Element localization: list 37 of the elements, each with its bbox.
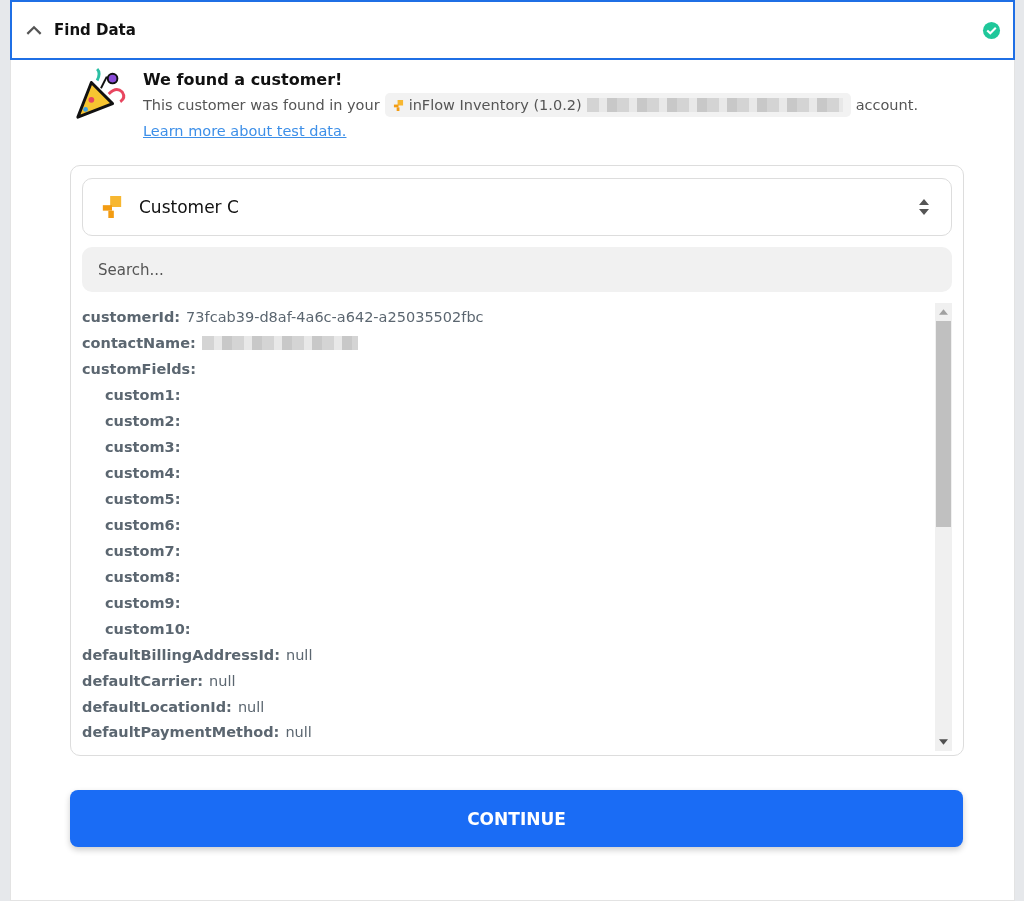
field-key: defaultPaymentMethod: xyxy=(82,724,280,740)
result-message: account. xyxy=(855,97,919,113)
field-key: defaultCarrier: xyxy=(82,673,203,689)
field-key: custom7: xyxy=(105,543,181,559)
field-key: custom1: xyxy=(105,387,181,403)
field-key: customerId: xyxy=(82,309,181,325)
result-message: This customer was found in your xyxy=(143,97,380,113)
field-key: contactName: xyxy=(82,335,196,351)
app-name: inFlow Inventory (1.0.2) xyxy=(408,97,582,113)
field-value: null xyxy=(209,673,236,689)
result-title: We found a customer! xyxy=(143,70,344,89)
field-value: 73fcab39-d8af-4a6c-a642-a25035502fbc xyxy=(186,309,484,325)
field-value: null xyxy=(285,724,312,740)
app-logo-icon xyxy=(101,196,123,218)
scrollbar[interactable] xyxy=(935,303,952,751)
field-key: custom5: xyxy=(105,491,181,507)
field-value: null xyxy=(285,647,313,663)
field-key: defaultLocationId: xyxy=(82,699,232,715)
field-key: custom4: xyxy=(105,465,181,481)
field-key: defaultBillingAddressId: xyxy=(82,647,280,663)
field-key: custom2: xyxy=(105,413,181,429)
search-field[interactable]: Search... xyxy=(82,247,952,292)
scroll-down-icon[interactable] xyxy=(939,739,948,745)
field-key: custom8: xyxy=(105,569,181,585)
field-key: custom10: xyxy=(105,621,191,637)
field-key: custom9: xyxy=(105,595,181,611)
record-select[interactable]: Customer C xyxy=(82,178,952,236)
app-logo-icon xyxy=(392,99,404,111)
field-key: custom6: xyxy=(105,517,181,533)
field-value: null xyxy=(237,699,265,715)
sort-arrows-icon xyxy=(919,199,929,215)
step-title: Find Data xyxy=(54,21,136,39)
continue-button[interactable]: CONTINUE xyxy=(70,790,963,847)
chevron-up-icon[interactable] xyxy=(26,25,42,35)
field-key: customFields: xyxy=(82,361,197,377)
step-header[interactable]: Find Data xyxy=(10,0,1015,60)
field-key: custom3: xyxy=(105,439,181,455)
